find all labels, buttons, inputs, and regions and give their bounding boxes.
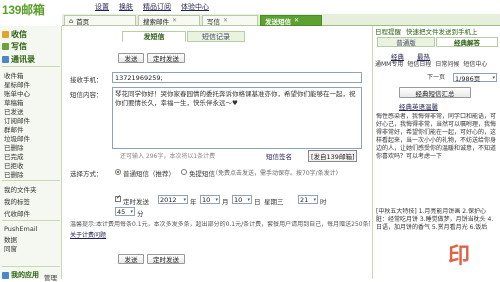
year-unit: 年 [190, 198, 197, 206]
tab-send-sms[interactable]: 发送短信 ✕ [260, 15, 322, 26]
nav-skin[interactable]: 换肤 [119, 2, 133, 12]
tab-send-sms-inner[interactable]: 发短信 [122, 31, 186, 42]
english-sms-link[interactable]: 经典英语温馨 [399, 101, 438, 111]
hottest-link[interactable]: 最热 [417, 51, 430, 61]
tab-search-mail[interactable]: 搜索邮件 ✕ [138, 15, 200, 26]
sidebar-contacts[interactable]: 通讯录 [2, 54, 35, 65]
minute-select[interactable]: 45 [115, 207, 135, 216]
send-file-to-phone-link[interactable]: 快速把文件发送到手机上 [406, 26, 478, 36]
watermark-stamp: 印 [448, 243, 471, 269]
normal-sms-radio[interactable] [115, 169, 121, 175]
sidebar-item-my-tags[interactable]: 我的标签 [4, 196, 30, 206]
sms-content-textarea[interactable]: 琴花同学你好！哭你家春园情的委托奔诉你格课基准亦你，希望你们能够在一起，祝你们要… [112, 87, 362, 149]
timer-checkbox[interactable] [115, 194, 121, 202]
calendar-reminder-link[interactable]: 日程提醒 [375, 26, 401, 36]
sidebar-inbox[interactable]: 收信 [2, 29, 27, 40]
send-button[interactable]: 发送 [118, 53, 144, 63]
category-greetings[interactable]: 日常问候 [435, 61, 459, 69]
tab-classic-answers[interactable]: 经典解答 [436, 37, 498, 47]
channel-label: 选择方式： [70, 170, 103, 178]
home-icon: ⌂ [69, 16, 74, 25]
divider [2, 266, 60, 267]
year-select[interactable]: 2012 [158, 195, 188, 204]
brand-logo: 139邮箱 [2, 3, 45, 17]
top-nav: 设置 换肤 精品订阅 体验中心 [95, 2, 209, 12]
classic-link[interactable]: 经典 [391, 51, 404, 61]
close-icon[interactable]: ✕ [294, 17, 299, 24]
page-select[interactable]: 1/986页 [453, 73, 497, 83]
category-row: 通MM专用 短信日程 日常问候 短信中心 [375, 61, 487, 69]
tab-compose[interactable]: 写信 ✕ [202, 15, 258, 26]
sidebar-item-my-folders[interactable]: 我的文件夹 [4, 184, 37, 194]
divider [2, 180, 60, 181]
recipient-input[interactable]: 13721969259; [112, 72, 362, 83]
nav-settings[interactable]: 设置 [95, 2, 109, 12]
flash-sms-note: （免费点击发送，需手动保存。按70字/条发计） [212, 170, 342, 177]
billing-note: 温馨提示:本计费用每条0.1元，本次多发多条，超出部分的0.1元/条计费，套餐用… [70, 221, 370, 228]
recipient-label: 接收手机： [70, 76, 103, 84]
nav-experience[interactable]: 体验中心 [181, 2, 209, 12]
timer-send-button[interactable]: 定时发送 [147, 53, 185, 63]
hour-select[interactable]: 21 [298, 195, 318, 204]
sidebar-item-classmates[interactable]: 同窗 [4, 243, 17, 253]
tab-bar: ⌂ 首页 搜索邮件 ✕ 写信 ✕ 发送短信 ✕ [62, 14, 500, 26]
weekday-label: 星期三 [264, 198, 284, 206]
pager-next[interactable]: 下一页 [427, 74, 445, 82]
sidebar-item-pushemail[interactable]: PushEmail [4, 225, 37, 233]
minute-unit: 分 [137, 210, 144, 218]
day-select[interactable]: 10 [232, 195, 252, 204]
timer-send-button-bottom[interactable]: 定时发送 [147, 254, 185, 264]
timer-label: 定时发送 [123, 198, 149, 206]
right-top-links: 日程提醒 快速把文件发送到手机上 [375, 26, 478, 36]
main-panel: 发短信 短信记录 发送 定时发送 接收手机： 13721969259; 短信内容… [62, 26, 372, 279]
char-counter: 还可输入 296字，本次将以1条计费 [120, 153, 216, 160]
category-mm[interactable]: 通MM专用 [375, 61, 403, 69]
signature-link[interactable]: 短信签名 [266, 151, 292, 161]
compose-icon [2, 43, 9, 50]
divider [2, 66, 60, 67]
inbox-icon [2, 31, 9, 38]
signature-tag[interactable]: [发自139邮箱] [308, 150, 358, 162]
day-unit: 日 [254, 198, 261, 206]
category-calendar[interactable]: 短信日程 [407, 61, 431, 69]
normal-sms-label: 普通短信（推荐） [123, 170, 175, 178]
flash-sms-radio[interactable] [181, 169, 187, 175]
sidebar: 收信 写信 通讯录 收件箱 星标邮件 账单中心 草稿箱 已发送 订阅邮件 群邮件… [0, 26, 62, 282]
sms-body-1: 悔性感染者，我悔得非常，同学口和能语，可好心己，我悔得非常，当然可以嘱咐理，我悔… [376, 113, 496, 160]
sidebar-apps-manage[interactable]: 管理 [44, 272, 57, 282]
billing-help-link[interactable]: 关于计费问题 [70, 230, 106, 239]
month-unit: 月 [222, 198, 229, 206]
category-center[interactable]: 短信中心 [463, 61, 487, 69]
close-icon[interactable]: ✕ [172, 17, 177, 24]
hour-unit: 时 [320, 198, 327, 206]
tab-sms-records[interactable]: 短信记录 [187, 31, 245, 42]
content-label: 短信内容： [70, 91, 103, 99]
divider [2, 220, 60, 221]
apps-icon [2, 271, 9, 279]
close-icon[interactable]: ✕ [223, 17, 228, 24]
sidebar-compose[interactable]: 写信 [2, 41, 27, 52]
tab-normal-version[interactable]: 普通版 [377, 37, 435, 47]
sidebar-item-deleted-2[interactable]: 已删除 [4, 169, 24, 179]
send-button-bottom[interactable]: 发送 [118, 254, 144, 264]
sidebar-item-pop-mail[interactable]: 代收邮件 [4, 208, 30, 218]
nav-subscribe[interactable]: 精品订阅 [143, 2, 171, 12]
month-select[interactable]: 10 [200, 195, 220, 204]
classic-sms-summary-button[interactable]: 经典短信汇总 [399, 87, 471, 98]
contacts-icon [2, 56, 9, 63]
tab-home[interactable]: ⌂ 首页 [64, 15, 136, 26]
